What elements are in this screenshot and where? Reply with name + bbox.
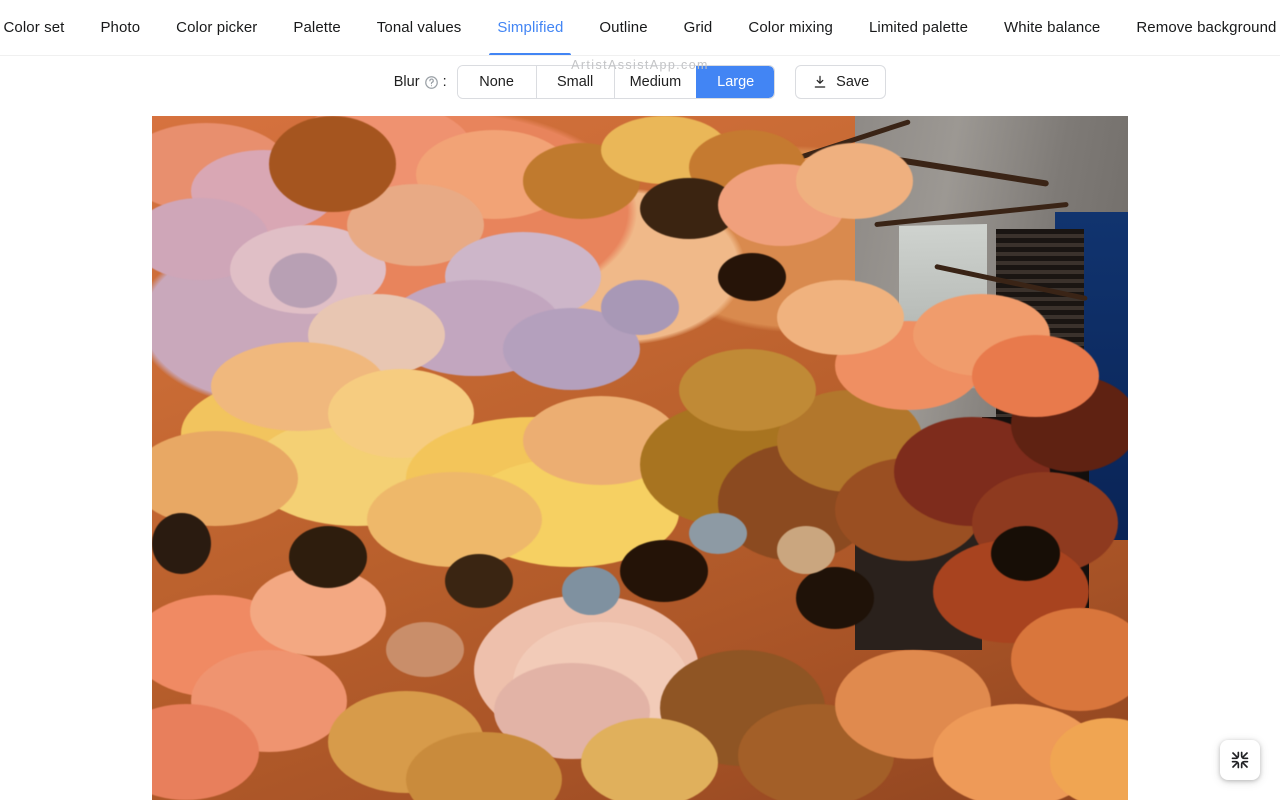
tab-color-set[interactable]: Color set <box>0 0 82 55</box>
active-tab-indicator <box>489 52 572 55</box>
blur-label-colon: : <box>442 74 447 90</box>
fit-to-screen-button[interactable] <box>1220 740 1260 780</box>
tab-limited-palette[interactable]: Limited palette <box>851 0 986 55</box>
blur-option-large[interactable]: Large <box>696 66 775 98</box>
tab-palette[interactable]: Palette <box>275 0 358 55</box>
photo-leaf-shapes <box>152 116 1128 800</box>
tab-label: Remove background <box>1136 19 1277 36</box>
tab-outline[interactable]: Outline <box>581 0 665 55</box>
tab-label: Limited palette <box>868 19 969 36</box>
tab-label: Palette <box>293 19 341 36</box>
tab-white-balance[interactable]: White balance <box>986 0 1118 55</box>
tab-label: Tonal values <box>376 19 462 36</box>
compress-arrows-icon <box>1230 750 1250 770</box>
tab-grid[interactable]: Grid <box>666 0 731 55</box>
blur-label: Blur <box>393 74 420 90</box>
tab-tonal-values[interactable]: Tonal values <box>359 0 480 55</box>
tab-label: Simplified <box>497 19 564 36</box>
save-button-label: Save <box>836 74 870 90</box>
image-canvas-area[interactable] <box>0 108 1280 800</box>
tab-label: White balance <box>1004 19 1101 36</box>
help-circle-icon[interactable] <box>424 75 439 90</box>
tab-simplified[interactable]: Simplified <box>479 0 581 55</box>
main-tab-bar: Color set Photo Color picker Palette Ton… <box>0 0 1280 56</box>
blur-option-small[interactable]: Small <box>535 66 614 98</box>
tab-label: Photo <box>100 19 141 36</box>
save-button[interactable]: Save <box>795 65 887 99</box>
tab-label: Grid <box>683 19 713 36</box>
blur-option-medium[interactable]: Medium <box>613 66 697 98</box>
tab-label: Outline <box>599 19 648 36</box>
blur-label-group: Blur : <box>394 74 447 90</box>
tab-label: Color mixing <box>748 19 833 36</box>
blur-toolbar: Blur : None Small Medium Large Save <box>0 56 1280 108</box>
tab-color-picker[interactable]: Color picker <box>158 0 275 55</box>
tab-color-mixing[interactable]: Color mixing <box>730 0 851 55</box>
tab-label: Color picker <box>176 19 258 36</box>
simplified-photo[interactable] <box>152 116 1128 800</box>
tab-label: Color set <box>3 19 65 36</box>
blur-segmented-control: None Small Medium Large <box>456 65 776 99</box>
tab-photo[interactable]: Photo <box>82 0 158 55</box>
blur-option-none[interactable]: None <box>457 66 536 98</box>
tab-remove-background[interactable]: Remove background <box>1118 0 1280 55</box>
download-icon <box>812 74 828 90</box>
